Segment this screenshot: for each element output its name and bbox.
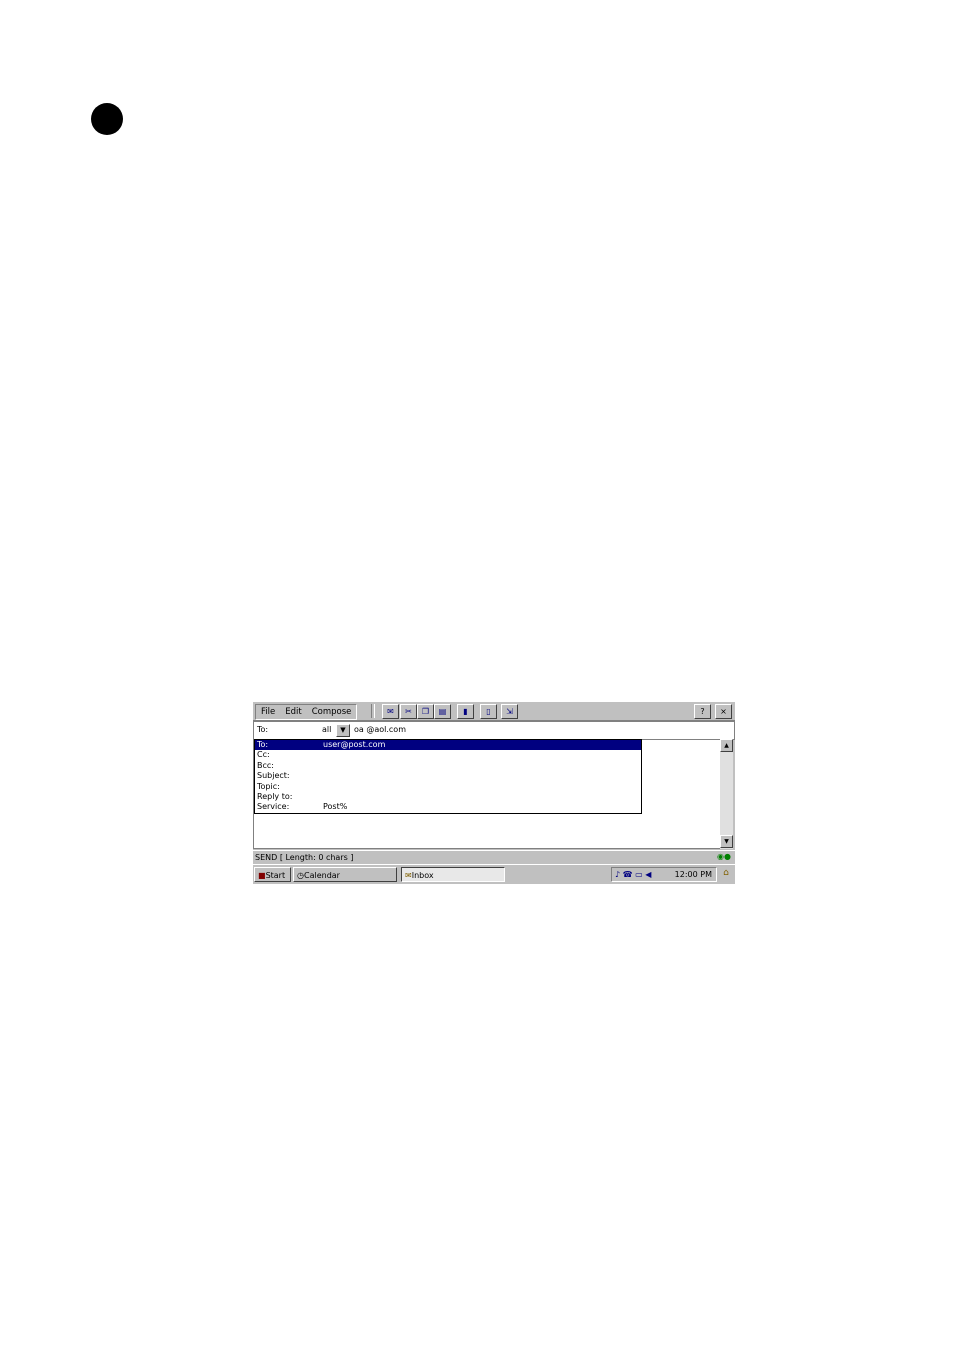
desktop-icon[interactable]: ⌂: [720, 868, 732, 881]
dropdown-item-subject[interactable]: Subject:: [255, 771, 641, 781]
dropdown-item-label: Service:: [257, 802, 290, 812]
header-field-dropdown[interactable]: To: user@post.com Cc: Bcc: Subject: Topi…: [254, 739, 642, 814]
calendar-icon: ◷: [297, 871, 304, 880]
dropdown-item-value: Post%: [323, 802, 348, 812]
dropdown-item-cc[interactable]: Cc:: [255, 750, 641, 760]
windows-logo-icon: ■: [258, 871, 266, 880]
taskbar-item-label: Inbox: [411, 871, 434, 880]
dropdown-item-label: Cc:: [257, 750, 270, 760]
toolbar-separator: [371, 704, 375, 718]
tray-icons[interactable]: ♪ ☎ ▭ ◀: [615, 868, 651, 881]
menu-toolbar: File Edit Compose ✉ ✂ ❐ ▤ ▮ ▯ ⇲ ? ×: [253, 702, 735, 721]
copy-icon[interactable]: ❐: [417, 704, 434, 719]
to-input[interactable]: oa @aol.com: [354, 725, 406, 734]
dropdown-item-value: user@post.com: [323, 740, 386, 749]
dropdown-item-topic[interactable]: Topic:: [255, 782, 641, 792]
to-row: To: all ▼ oa @aol.com: [253, 721, 735, 740]
menu-bar: File Edit Compose: [255, 704, 358, 720]
new-message-icon[interactable]: ✉: [382, 704, 399, 719]
send-icon[interactable]: ⇲: [501, 704, 518, 719]
menu-file[interactable]: File: [256, 705, 280, 719]
taskbar-item-inbox[interactable]: ✉Inbox: [401, 867, 505, 882]
cut-icon[interactable]: ✂: [400, 704, 417, 719]
dropdown-item-bcc[interactable]: Bcc:: [255, 761, 641, 771]
dropdown-arrow-icon[interactable]: ▼: [336, 724, 350, 737]
vertical-scrollbar[interactable]: ▲ ▼: [720, 739, 733, 849]
dropdown-item-to[interactable]: To: user@post.com: [255, 740, 641, 751]
dropdown-item-label: Subject:: [257, 771, 290, 781]
bullet-marker: [91, 103, 123, 135]
scroll-up-icon[interactable]: ▲: [720, 739, 733, 752]
address-book-icon[interactable]: ▯: [480, 704, 497, 719]
clock: 12:00 PM: [674, 870, 712, 879]
attach-icon[interactable]: ▮: [457, 704, 474, 719]
dropdown-item-reply-to[interactable]: Reply to:: [255, 792, 641, 802]
menu-compose[interactable]: Compose: [307, 705, 357, 719]
start-button[interactable]: ■Start: [254, 867, 291, 882]
help-button[interactable]: ?: [694, 704, 711, 719]
scroll-down-icon[interactable]: ▼: [720, 835, 733, 848]
menu-edit[interactable]: Edit: [280, 705, 306, 719]
connection-status-icon: ◉●: [717, 852, 731, 861]
dropdown-item-label: Topic:: [257, 781, 280, 791]
to-label: To:: [257, 725, 269, 734]
taskbar-item-calendar[interactable]: ◷Calendar: [293, 867, 397, 882]
email-compose-screen: File Edit Compose ✉ ✂ ❐ ▤ ▮ ▯ ⇲ ? × To: …: [253, 702, 735, 884]
status-bar: SEND [ Length: 0 chars ] ◉●: [253, 850, 735, 864]
taskbar-item-label: Calendar: [303, 871, 340, 880]
status-text: SEND [ Length: 0 chars ]: [255, 853, 354, 862]
close-button[interactable]: ×: [715, 704, 732, 719]
inbox-icon: ✉: [405, 871, 412, 880]
dropdown-item-label: Reply to:: [257, 791, 293, 801]
system-tray: ♪ ☎ ▭ ◀ 12:00 PM: [611, 867, 717, 882]
dropdown-item-label: To:: [257, 740, 269, 749]
dropdown-item-service[interactable]: Service: Post%: [255, 802, 641, 812]
start-label: Start: [265, 871, 286, 880]
dropdown-item-label: Bcc:: [257, 760, 274, 770]
taskbar: ■Start ◷Calendar ✉Inbox ♪ ☎ ▭ ◀ 12:00 PM…: [253, 864, 735, 884]
paste-icon[interactable]: ▤: [434, 704, 451, 719]
